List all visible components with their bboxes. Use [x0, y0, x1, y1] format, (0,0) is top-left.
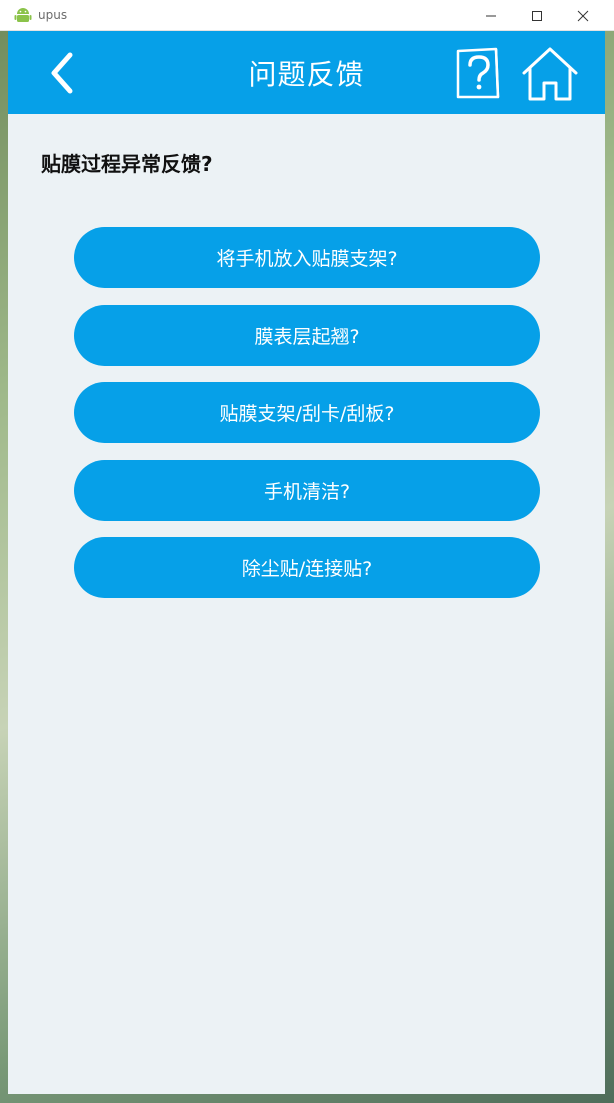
maximize-icon [532, 10, 542, 21]
window-titlebar: upus [0, 0, 614, 31]
option-button-film-lifting[interactable]: 膜表层起翘? [74, 304, 540, 366]
close-icon [577, 10, 589, 21]
minimize-button[interactable] [468, 0, 514, 31]
option-button-holder-scraper[interactable]: 贴膜支架/刮卡/刮板? [74, 382, 540, 443]
header-bar: 问题反馈 [8, 31, 605, 114]
maximize-button[interactable] [514, 0, 560, 31]
option-button-dust-sticker[interactable]: 除尘贴/连接贴? [74, 537, 540, 598]
window-title: upus [38, 8, 68, 22]
home-button[interactable] [520, 45, 580, 103]
option-list: 将手机放入贴膜支架? 膜表层起翘? 贴膜支架/刮卡/刮板? 手机清洁? 除尘贴/… [74, 227, 540, 615]
option-label: 手机清洁? [263, 480, 351, 503]
app-window: 问题反馈 贴膜过程异常反馈? 将手机放入贴膜支架? 膜表层起翘? 贴膜支架/刮卡… [8, 31, 605, 1094]
section-title: 贴膜过程异常反馈? [41, 152, 213, 176]
help-button[interactable] [454, 45, 502, 101]
page-title: 问题反馈 [248, 58, 365, 91]
option-button-phone-holder[interactable]: 将手机放入贴膜支架? [74, 227, 540, 288]
option-button-phone-cleaning[interactable]: 手机清洁? [74, 459, 540, 521]
home-icon [522, 47, 578, 101]
close-button[interactable] [560, 0, 606, 31]
option-label: 膜表层起翘? [254, 325, 360, 348]
option-label: 除尘贴/连接贴? [241, 558, 373, 580]
minimize-icon [486, 15, 496, 16]
android-icon [14, 8, 32, 22]
option-label: 贴膜支架/刮卡/刮板? [219, 403, 395, 425]
option-label: 将手机放入贴膜支架? [216, 248, 398, 270]
question-card-icon [456, 47, 500, 99]
